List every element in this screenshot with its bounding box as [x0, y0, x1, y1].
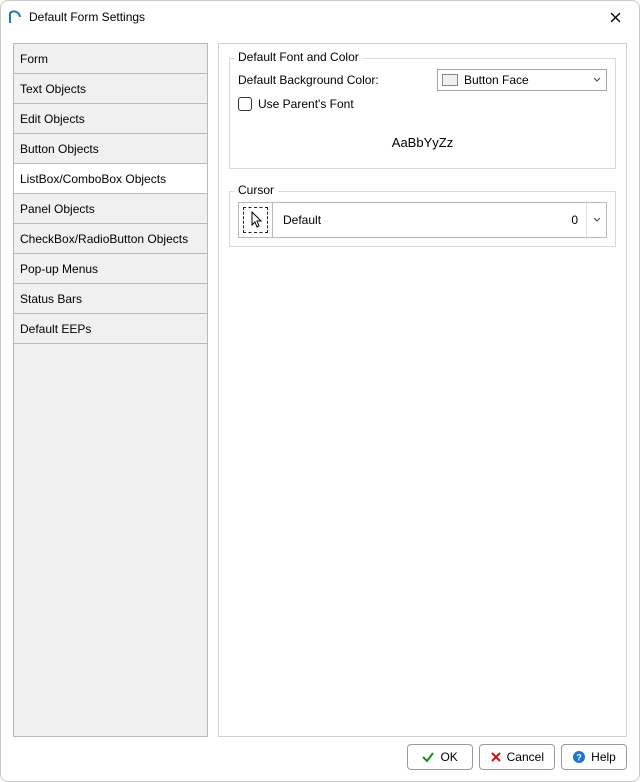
groupbox-legend: Default Font and Color	[234, 50, 363, 64]
button-label: Cancel	[507, 750, 544, 764]
content-area: Form Text Objects Edit Objects Button Ob…	[1, 33, 639, 741]
list-item-label: Status Bars	[20, 292, 82, 306]
sidenav-item-text-objects[interactable]: Text Objects	[14, 74, 207, 104]
x-icon	[490, 751, 502, 763]
cursor-selector[interactable]: Default 0	[238, 202, 607, 238]
sidenav-item-default-eeps[interactable]: Default EEPs	[14, 314, 207, 344]
chevron-down-icon	[593, 216, 601, 224]
cursor-value: 0	[563, 213, 586, 227]
cursor-preview	[239, 203, 273, 237]
close-button[interactable]	[599, 3, 631, 31]
list-item-label: Text Objects	[20, 82, 86, 96]
list-item-label: ListBox/ComboBox Objects	[20, 172, 166, 186]
ok-button[interactable]: OK	[407, 744, 473, 770]
cursor-groupbox: Cursor Default 0	[229, 191, 616, 247]
list-item-label: Default EEPs	[20, 322, 91, 336]
sidenav-item-listbox-combobox-objects[interactable]: ListBox/ComboBox Objects	[14, 164, 207, 194]
font-color-groupbox: Default Font and Color Default Backgroun…	[229, 58, 616, 169]
help-button[interactable]: ? Help	[561, 744, 627, 770]
sidenav-item-panel-objects[interactable]: Panel Objects	[14, 194, 207, 224]
list-item-label: CheckBox/RadioButton Objects	[20, 232, 188, 246]
color-swatch-icon	[442, 74, 458, 86]
help-icon: ?	[572, 750, 586, 764]
font-sample-text: AaBbYyZz	[238, 111, 607, 160]
sidenav-item-checkbox-radiobutton-objects[interactable]: CheckBox/RadioButton Objects	[14, 224, 207, 254]
list-item-label: Panel Objects	[20, 202, 95, 216]
cursor-arrow-icon	[249, 211, 263, 229]
titlebar: Default Form Settings	[1, 1, 639, 33]
dialog-window: Default Form Settings Form Text Objects …	[0, 0, 640, 782]
settings-panel: Default Font and Color Default Backgroun…	[218, 43, 627, 737]
sidenav-item-popup-menus[interactable]: Pop-up Menus	[14, 254, 207, 284]
button-label: OK	[440, 750, 457, 764]
cancel-button[interactable]: Cancel	[479, 744, 555, 770]
cursor-name: Default	[273, 213, 563, 227]
use-parent-font-label: Use Parent's Font	[258, 97, 354, 111]
button-bar: OK Cancel ? Help	[1, 741, 639, 781]
app-icon	[7, 9, 23, 25]
list-item-label: Edit Objects	[20, 112, 85, 126]
check-icon	[421, 750, 435, 764]
use-parent-font-checkbox[interactable]	[238, 97, 252, 111]
bg-color-combo[interactable]: Button Face	[437, 69, 607, 91]
groupbox-legend: Cursor	[234, 183, 278, 197]
sidenav-item-form[interactable]: Form	[14, 44, 207, 74]
combo-text: Button Face	[464, 73, 586, 87]
window-title: Default Form Settings	[29, 10, 599, 24]
sidenav-item-status-bars[interactable]: Status Bars	[14, 284, 207, 314]
button-label: Help	[591, 750, 616, 764]
list-item-label: Pop-up Menus	[20, 262, 98, 276]
chevron-down-icon	[592, 76, 602, 84]
cursor-dropdown-button[interactable]	[586, 203, 606, 237]
list-item-label: Form	[20, 52, 48, 66]
svg-text:?: ?	[576, 753, 582, 763]
list-item-label: Button Objects	[20, 142, 99, 156]
sidenav-item-edit-objects[interactable]: Edit Objects	[14, 104, 207, 134]
sidenav-item-button-objects[interactable]: Button Objects	[14, 134, 207, 164]
bg-color-label: Default Background Color:	[238, 73, 379, 87]
close-icon	[610, 12, 621, 23]
category-list: Form Text Objects Edit Objects Button Ob…	[13, 43, 208, 737]
